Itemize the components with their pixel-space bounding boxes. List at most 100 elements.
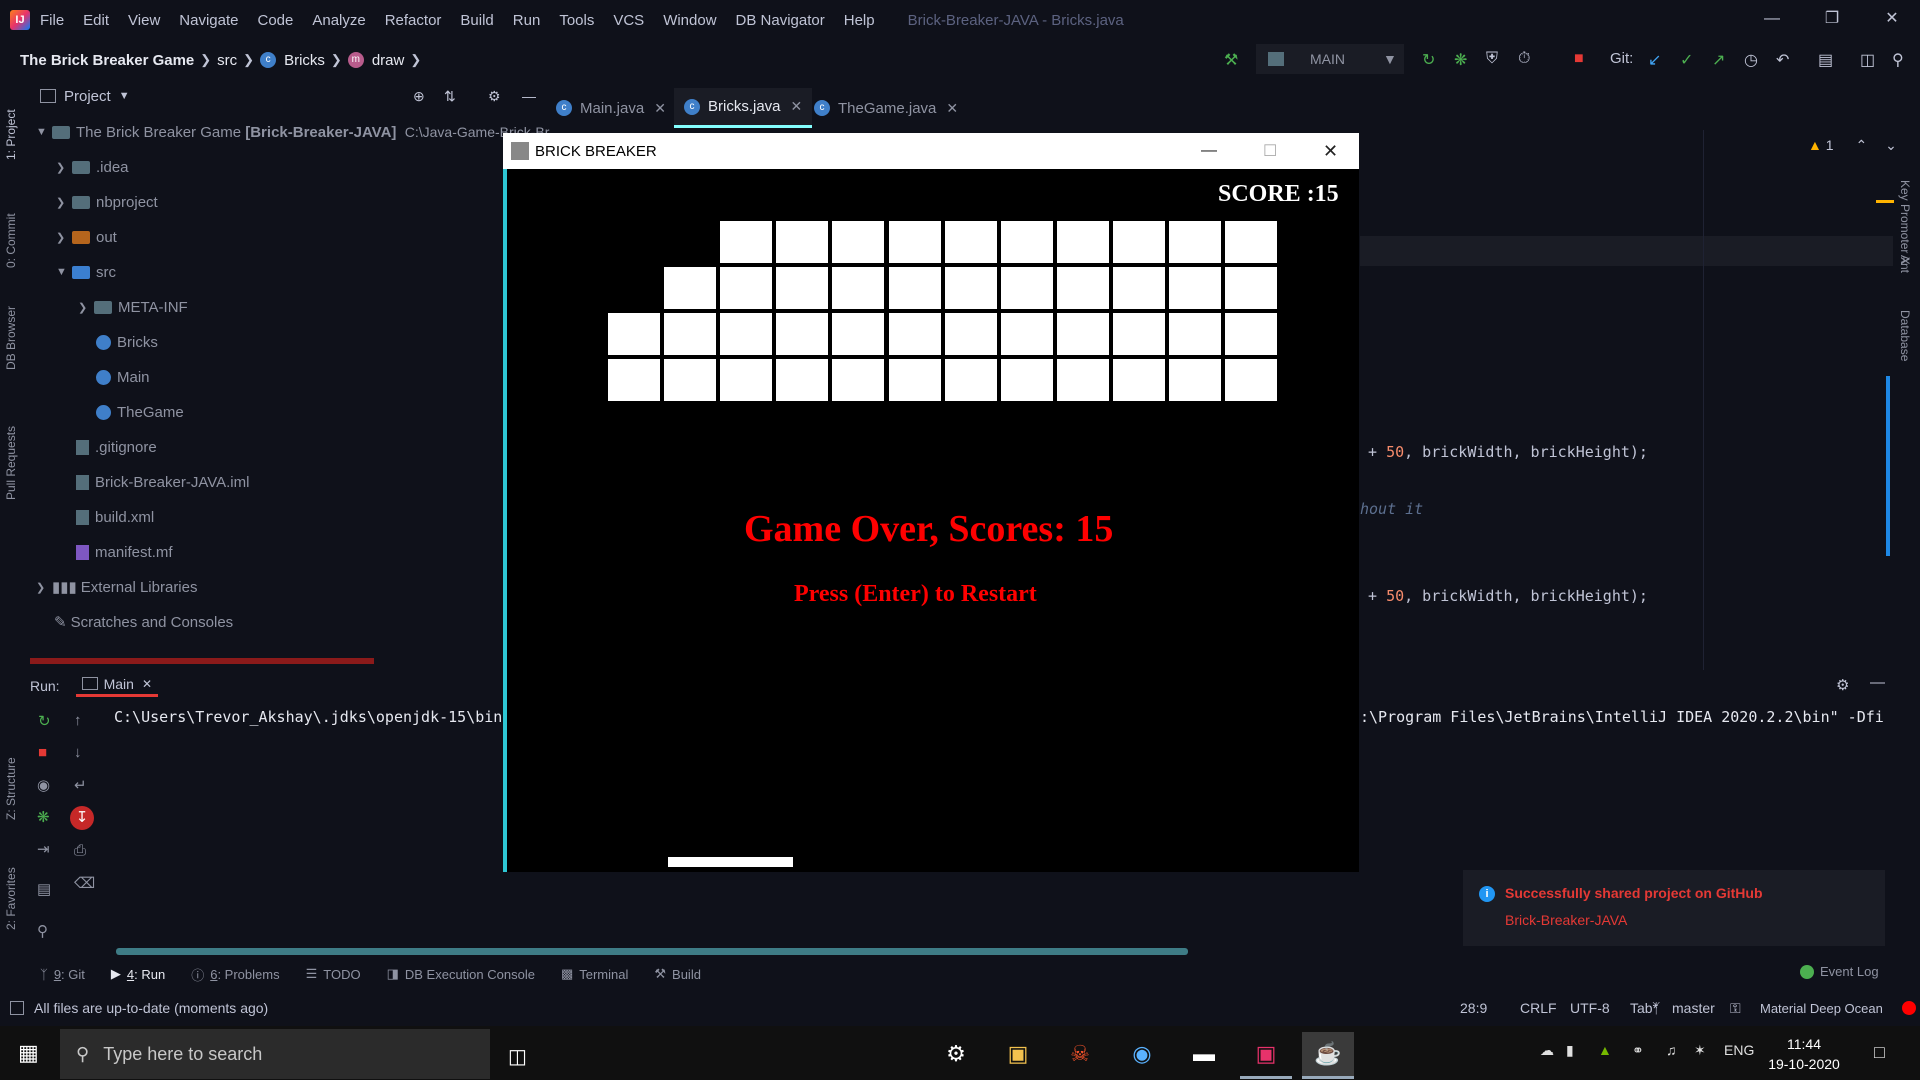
arrow-down-icon[interactable]: ↓ <box>74 744 82 761</box>
stop-icon[interactable]: ■ <box>1574 50 1584 68</box>
minimize-icon[interactable]: — <box>1201 142 1217 160</box>
git-branch[interactable]: master <box>1672 1000 1715 1016</box>
git-push-icon[interactable]: ↗ <box>1712 50 1725 70</box>
menu-window[interactable]: Window <box>663 12 716 29</box>
notification-link[interactable]: Brick-Breaker-JAVA <box>1505 912 1627 928</box>
project-structure-icon[interactable]: ▤ <box>1818 50 1833 70</box>
tool-db-console[interactable]: ◨ DB Execution Console <box>387 966 535 982</box>
taskbar-search[interactable]: ⚲ Type here to search <box>60 1029 490 1079</box>
tool-terminal[interactable]: ▩ Terminal <box>561 966 628 982</box>
maximize-icon[interactable]: ☐ <box>1263 141 1277 161</box>
tree-item-out[interactable]: ❯ out <box>56 225 117 249</box>
minimize-icon[interactable]: — <box>1752 6 1792 32</box>
tool-git[interactable]: ᛉ9: Git <box>40 967 85 982</box>
tree-item-bricks[interactable]: Bricks <box>96 330 158 354</box>
tree-item-manifest[interactable]: manifest.mf <box>76 540 173 564</box>
menu-run[interactable]: Run <box>513 12 541 29</box>
chevron-up-icon[interactable]: ⌃ <box>1855 137 1867 153</box>
layout-icon[interactable]: ◫ <box>1860 50 1875 70</box>
tree-item-gitignore[interactable]: .gitignore <box>76 435 157 459</box>
notification-balloon[interactable]: i Successfully shared project on GitHub … <box>1463 870 1885 946</box>
console-output-right[interactable]: :\Program Files\JetBrains\IntelliJ IDEA … <box>1360 708 1884 726</box>
tab-main-java[interactable]: c Main.java ✕ <box>556 88 666 128</box>
code-line[interactable]: + 50, brickWidth, brickHeight); <box>1368 443 1648 461</box>
brave-browser-icon[interactable]: ☠ <box>1054 1032 1106 1076</box>
menu-db-navigator[interactable]: DB Navigator <box>736 12 825 29</box>
intellij-logo-icon[interactable]: IJ <box>10 10 30 30</box>
bluetooth-icon[interactable]: ✶ <box>1694 1042 1706 1059</box>
tool-build[interactable]: ⚒ Build <box>654 966 701 982</box>
tree-item-iml[interactable]: Brick-Breaker-JAVA.iml <box>76 470 249 494</box>
chevron-down-icon[interactable]: ▼ <box>119 90 130 102</box>
close-icon[interactable]: ✕ <box>1323 141 1338 162</box>
menu-navigate[interactable]: Navigate <box>179 12 238 29</box>
tab-favorites[interactable]: 2: Favorites <box>4 867 18 930</box>
run-tab-main[interactable]: Main ✕ <box>75 676 158 697</box>
menu-edit[interactable]: Edit <box>83 12 109 29</box>
breadcrumb-class[interactable]: Bricks <box>284 52 325 69</box>
menu-code[interactable]: Code <box>257 12 293 29</box>
network-tray-icon[interactable]: ☁ <box>1540 1042 1554 1059</box>
menu-tools[interactable]: Tools <box>559 12 594 29</box>
tool-run[interactable]: ▶ 4: Run <box>111 966 165 982</box>
soft-wrap-icon[interactable]: ↵ <box>74 776 87 794</box>
tab-thegame-java[interactable]: c TheGame.java ✕ <box>814 88 958 128</box>
git-commit-icon[interactable]: ✓ <box>1680 50 1693 70</box>
hide-panel-icon[interactable]: — <box>522 88 536 104</box>
history-icon[interactable]: ◷ <box>1744 50 1758 70</box>
layout-icon[interactable]: ▤ <box>37 880 51 898</box>
tree-item-src[interactable]: ▼ src <box>56 260 116 284</box>
pin-icon[interactable]: ⚲ <box>37 922 48 940</box>
editor-scrollbar[interactable] <box>1886 376 1890 556</box>
battery-tray-icon[interactable]: ▮ <box>1566 1042 1574 1059</box>
debug-icon[interactable]: ❋ <box>37 808 50 826</box>
close-icon[interactable]: ✕ <box>791 98 803 115</box>
tool-todo[interactable]: ☰ TODO <box>306 966 361 982</box>
close-icon[interactable]: ✕ <box>142 677 152 691</box>
close-icon[interactable]: ✕ <box>946 100 958 117</box>
theme-name[interactable]: Material Deep Ocean <box>1760 1001 1883 1016</box>
search-icon[interactable]: ⚲ <box>1892 50 1904 70</box>
tab-key-promoter[interactable]: Key Promoter X <box>1898 180 1912 265</box>
menu-view[interactable]: View <box>128 12 160 29</box>
input-language[interactable]: ENG <box>1724 1042 1754 1058</box>
stop-icon[interactable]: ■ <box>38 744 47 761</box>
caret-position[interactable]: 28:9 <box>1460 1000 1487 1016</box>
rerun-icon[interactable]: ↻ <box>1422 50 1435 70</box>
menu-build[interactable]: Build <box>460 12 493 29</box>
code-line[interactable]: + 50, brickWidth, brickHeight); <box>1368 587 1648 605</box>
menu-refactor[interactable]: Refactor <box>385 12 442 29</box>
tab-project[interactable]: 1: Project <box>4 109 18 160</box>
close-icon[interactable]: ✕ <box>1872 6 1912 32</box>
line-separator[interactable]: CRLF <box>1520 1000 1557 1016</box>
intellij-taskbar-icon[interactable]: ▣ <box>1240 1032 1292 1079</box>
settings-app-icon[interactable]: ⚙ <box>930 1032 982 1076</box>
gear-icon[interactable]: ⚙ <box>488 88 501 105</box>
file-encoding[interactable]: UTF-8 <box>1570 1000 1610 1016</box>
rollback-icon[interactable]: ↶ <box>1776 50 1789 70</box>
breadcrumb-method[interactable]: draw <box>372 52 405 69</box>
gear-icon[interactable]: ⚙ <box>1836 676 1849 694</box>
debug-icon[interactable]: ❋ <box>1454 50 1467 70</box>
media-app-icon[interactable]: ▬ <box>1178 1032 1230 1076</box>
collapse-all-icon[interactable]: ⇅ <box>444 88 456 105</box>
nvidia-tray-icon[interactable]: ▲ <box>1598 1042 1612 1058</box>
close-icon[interactable]: ✕ <box>654 100 666 117</box>
restore-icon[interactable]: ❐ <box>1812 6 1852 32</box>
breadcrumb-project[interactable]: The Brick Breaker Game <box>20 52 194 69</box>
tab-structure[interactable]: Z: Structure <box>4 757 18 820</box>
trash-icon[interactable]: ⌫ <box>74 874 95 892</box>
coverage-icon[interactable]: ⛨ <box>1486 50 1498 68</box>
tab-pull-requests[interactable]: Pull Requests <box>4 426 18 500</box>
tab-database[interactable]: Database <box>1898 310 1912 361</box>
exit-icon[interactable]: ⇥ <box>37 840 50 858</box>
browser-app-icon[interactable]: ◉ <box>1116 1032 1168 1076</box>
git-update-icon[interactable]: ↙ <box>1648 50 1661 70</box>
tree-item-main[interactable]: Main <box>96 365 150 389</box>
wifi-icon[interactable]: ⚭ <box>1632 1042 1644 1059</box>
scroll-to-end-icon[interactable]: ↧ <box>70 806 94 830</box>
volume-icon[interactable]: ♫ <box>1666 1042 1677 1058</box>
run-config-selector[interactable]: MAIN ▼ <box>1256 44 1404 74</box>
java-app-taskbar-icon[interactable]: ☕ <box>1302 1032 1354 1079</box>
menu-analyze[interactable]: Analyze <box>312 12 365 29</box>
